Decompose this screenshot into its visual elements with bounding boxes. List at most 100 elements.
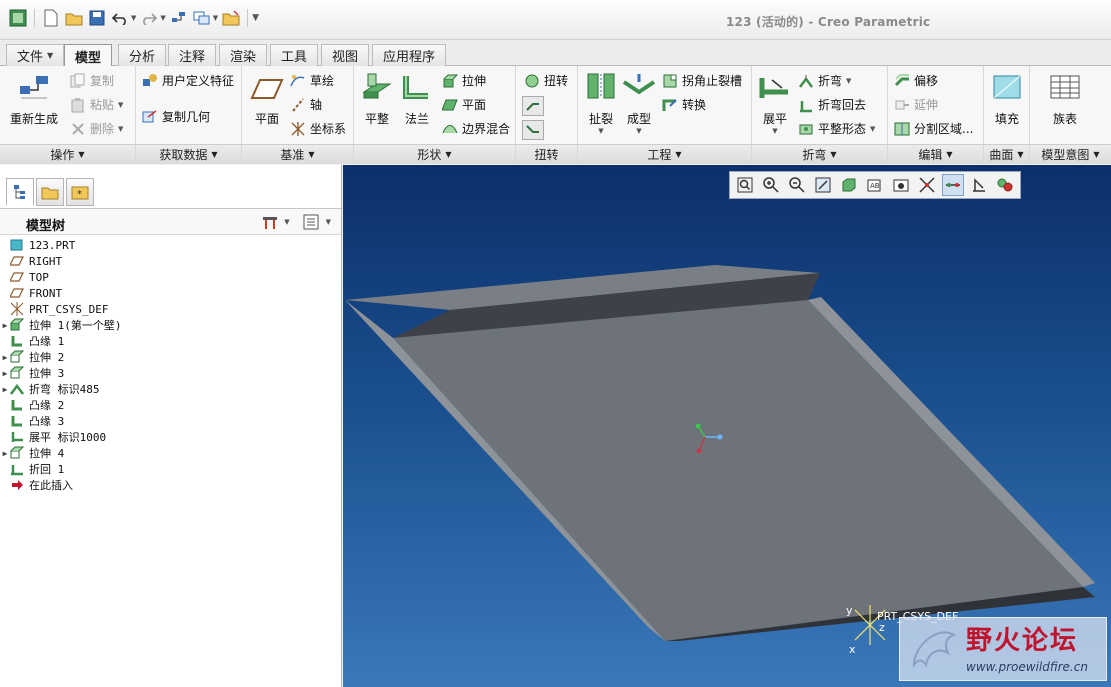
chevron-down-icon[interactable]: ▼ xyxy=(131,14,136,22)
expand-arrow-icon[interactable]: ▶ xyxy=(0,385,10,394)
group-label[interactable]: 操作 ▼ xyxy=(0,144,135,164)
tree-item[interactable]: TOP xyxy=(0,269,341,285)
tree-item[interactable]: 展平 标识1000 xyxy=(0,429,341,445)
tab-render[interactable]: 渲染 xyxy=(219,44,268,66)
edge-bend-button[interactable] xyxy=(522,96,544,116)
csys-display-icon[interactable] xyxy=(942,174,964,196)
tab-analysis[interactable]: 分析 xyxy=(118,44,167,66)
group-label[interactable]: 基准 ▼ xyxy=(242,144,353,164)
datum-display-icon[interactable] xyxy=(916,174,938,196)
close-window-icon[interactable] xyxy=(221,8,241,28)
datum-plane-button[interactable]: 平面 xyxy=(250,72,284,127)
spin-center-icon[interactable] xyxy=(968,174,990,196)
tab-view[interactable]: 视图 xyxy=(321,44,370,66)
tab-model[interactable]: 模型 xyxy=(64,44,113,67)
favorites-tab-icon[interactable]: * xyxy=(66,178,94,206)
convert-button[interactable]: 转换 xyxy=(662,96,706,113)
tree-item[interactable]: 在此插入 xyxy=(0,477,341,493)
flatten-form-button[interactable]: 平整形态 ▼ xyxy=(798,120,875,137)
expand-arrow-icon[interactable]: ▶ xyxy=(0,353,10,362)
save-icon[interactable] xyxy=(87,8,107,28)
appearance-icon[interactable] xyxy=(994,174,1016,196)
model-tree-tab-icon[interactable] xyxy=(6,178,34,206)
group-label[interactable]: 编辑 ▼ xyxy=(888,144,983,164)
tab-annotate[interactable]: 注释 xyxy=(168,44,217,66)
chevron-down-icon[interactable]: ▼ xyxy=(326,218,331,226)
tree-item[interactable]: 凸缘 2 xyxy=(0,397,341,413)
offset-button[interactable]: 偏移 xyxy=(894,72,938,89)
copy-geometry-button[interactable]: 复制几何 xyxy=(142,108,210,125)
group-label[interactable]: 折弯 ▼ xyxy=(752,144,887,164)
new-file-icon[interactable] xyxy=(41,8,61,28)
tree-item[interactable]: ▶ 拉伸 2 xyxy=(0,349,341,365)
tree-item[interactable]: ▶ 拉伸 4 xyxy=(0,445,341,461)
boundary-blend-button[interactable]: 边界混合 xyxy=(442,120,510,137)
form-button[interactable]: 成型 ▼ xyxy=(622,72,656,135)
coordinate-system-button[interactable]: 坐标系 xyxy=(290,120,346,137)
corner-relief-button[interactable]: 拐角止裂槽 xyxy=(662,72,742,89)
bend-back-button[interactable]: 折弯回去 xyxy=(798,96,866,113)
edge-rip-button[interactable] xyxy=(522,120,544,140)
expand-arrow-icon[interactable]: ▶ xyxy=(0,321,10,330)
tree-item[interactable]: FRONT xyxy=(0,285,341,301)
sketch-button[interactable]: 草绘 xyxy=(290,72,334,89)
tab-tools[interactable]: 工具 xyxy=(270,44,319,66)
user-defined-feature-button[interactable]: 用户定义特征 xyxy=(142,72,234,89)
tree-item[interactable]: 123.PRT xyxy=(0,237,341,253)
tree-item[interactable]: 凸缘 3 xyxy=(0,413,341,429)
tab-applications[interactable]: 应用程序 xyxy=(372,44,447,66)
tree-settings-icon[interactable] xyxy=(260,213,280,231)
sheetmetal-model[interactable] xyxy=(343,165,1111,687)
flat-wall-button[interactable]: 平整 xyxy=(360,72,394,127)
tree-item[interactable]: ▶ 折弯 标识485 xyxy=(0,381,341,397)
undo-icon[interactable] xyxy=(110,8,130,28)
tree-item[interactable]: 折回 1 xyxy=(0,461,341,477)
tree-show-icon[interactable] xyxy=(302,213,322,231)
fill-button[interactable]: 填充 xyxy=(990,72,1024,127)
repaint-icon[interactable] xyxy=(812,174,834,196)
group-label[interactable]: 曲面 ▼ xyxy=(984,144,1029,164)
paste-button[interactable]: 粘贴 ▼ xyxy=(70,96,123,113)
bend-button[interactable]: 折弯 ▼ xyxy=(798,72,851,89)
graphics-viewport[interactable]: y z x PRT_CSYS_DEF AB 野火论坛 www.proewildf… xyxy=(343,165,1111,687)
group-label[interactable]: 模型意图 ▼ xyxy=(1030,144,1111,164)
refit-icon[interactable] xyxy=(734,174,756,196)
tree-item[interactable]: ▶ 拉伸 1(第一个壁) xyxy=(0,317,341,333)
tree-item[interactable]: RIGHT xyxy=(0,253,341,269)
open-folder-icon[interactable] xyxy=(64,8,84,28)
flange-button[interactable]: 法兰 xyxy=(400,72,434,127)
regenerate-button[interactable]: 重新生成 xyxy=(10,72,58,127)
expand-arrow-icon[interactable]: ▶ xyxy=(0,369,10,378)
folder-browser-tab-icon[interactable] xyxy=(36,178,64,206)
regenerate-icon[interactable] xyxy=(169,8,189,28)
zoom-in-icon[interactable] xyxy=(760,174,782,196)
tree-item[interactable]: 凸缘 1 xyxy=(0,333,341,349)
rip-button[interactable]: 扯裂 ▼ xyxy=(584,72,618,135)
app-logo-icon[interactable] xyxy=(8,8,28,28)
chevron-down-icon[interactable]: ▼ xyxy=(160,14,165,22)
family-table-button[interactable]: 族表 xyxy=(1048,72,1082,127)
split-area-button[interactable]: 分割区域... xyxy=(894,120,973,137)
zoom-out-icon[interactable] xyxy=(786,174,808,196)
chevron-down-icon[interactable]: ▼ xyxy=(284,218,289,226)
display-style-icon[interactable] xyxy=(838,174,860,196)
chevron-down-icon[interactable]: ▼ xyxy=(213,14,218,22)
redo-icon[interactable] xyxy=(139,8,159,28)
delete-button[interactable]: 删除 ▼ xyxy=(70,120,123,137)
tree-item[interactable]: ▶ 拉伸 3 xyxy=(0,365,341,381)
planar-button[interactable]: 平面 xyxy=(442,96,486,113)
customize-toolbar-icon[interactable]: ▼ xyxy=(252,13,259,23)
windows-icon[interactable] xyxy=(192,8,212,28)
extend-button[interactable]: 延伸 xyxy=(894,96,938,113)
tab-file[interactable]: 文件 ▼ xyxy=(6,44,65,66)
copy-button[interactable]: 复制 xyxy=(70,72,114,89)
group-label[interactable]: 形状 ▼ xyxy=(354,144,515,164)
unbend-button[interactable]: 展平 ▼ xyxy=(758,72,792,135)
twist-button[interactable]: 扭转 xyxy=(524,72,568,89)
group-label[interactable]: 获取数据 ▼ xyxy=(136,144,241,164)
tree-item[interactable]: PRT_CSYS_DEF xyxy=(0,301,341,317)
saved-orientations-icon[interactable]: AB xyxy=(864,174,886,196)
datum-axis-button[interactable]: 轴 xyxy=(290,96,322,113)
group-label[interactable]: 工程 ▼ xyxy=(578,144,751,164)
group-label[interactable]: 扭转 xyxy=(516,144,577,164)
